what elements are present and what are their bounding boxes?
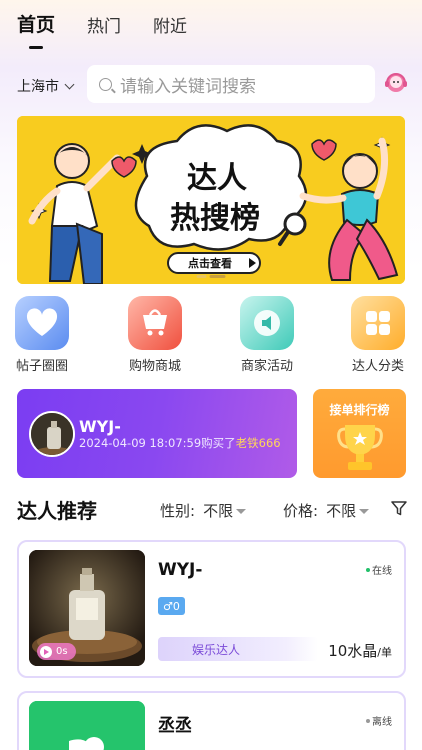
purchase-action: 购买了 bbox=[201, 436, 236, 450]
ranking-card[interactable]: 接单排行榜 bbox=[313, 389, 406, 478]
caret-down-icon bbox=[359, 508, 370, 514]
recent-purchase-card[interactable]: WYJ- 2024-04-09 18:07:59购买了老铁666 bbox=[17, 389, 297, 478]
trophy-icon bbox=[337, 425, 383, 470]
gender-badge: ♂0 bbox=[158, 597, 185, 615]
expert-name: WYJ- bbox=[158, 560, 203, 580]
tab-nearby[interactable]: 附近 bbox=[153, 12, 187, 37]
quick-entry-mall[interactable]: 购物商城 bbox=[110, 296, 200, 374]
filter-icon[interactable] bbox=[391, 500, 407, 516]
status-text: 在线 bbox=[372, 566, 392, 577]
quick-entry-label: 商家活动 bbox=[240, 359, 293, 374]
video-duration: 0s bbox=[56, 646, 68, 657]
top-tabs: 首页 热门 附近 bbox=[17, 10, 187, 49]
ranking-title: 接单排行榜 bbox=[329, 403, 390, 417]
expert-name: 丞丞 bbox=[158, 716, 192, 736]
expert-photo[interactable] bbox=[29, 701, 145, 750]
quick-entry-label: 购物商城 bbox=[128, 359, 181, 374]
filter-value: 不限 bbox=[203, 502, 234, 520]
online-status: 在线 bbox=[366, 562, 392, 577]
banner-title-1: 达人 bbox=[187, 161, 247, 196]
filter-value: 不限 bbox=[326, 502, 357, 520]
status-dot bbox=[366, 718, 370, 723]
expert-card[interactable]: 0s WYJ- 在线 ♂0 娱乐达人 10水晶/单 bbox=[17, 540, 406, 678]
expert-photo[interactable]: 0s bbox=[29, 550, 145, 666]
tab-home[interactable]: 首页 bbox=[17, 10, 55, 49]
pager-dot-active bbox=[209, 275, 226, 278]
quick-entry-categories[interactable]: 达人分类 bbox=[333, 296, 422, 374]
quick-entry-label: 达人分类 bbox=[351, 359, 404, 374]
quick-entry-merchant[interactable]: 商家活动 bbox=[222, 296, 312, 374]
promo-banner[interactable]: 达人 热搜榜 点击查看 bbox=[17, 116, 405, 284]
filter-label: 价格: bbox=[283, 502, 319, 520]
filter-label: 性别: bbox=[160, 502, 196, 520]
expert-card[interactable]: 丞丞 离线 bbox=[17, 691, 406, 750]
banner-title-2: 热搜榜 bbox=[170, 201, 260, 236]
pager-dot bbox=[196, 275, 207, 278]
online-status: 离线 bbox=[366, 713, 392, 728]
gender-filter[interactable]: 性别: 不限 bbox=[160, 500, 247, 521]
video-badge[interactable]: 0s bbox=[37, 643, 76, 660]
quick-entry-label: 帖子圈圈 bbox=[15, 359, 68, 374]
customer-service-icon[interactable] bbox=[383, 70, 409, 96]
purchase-target: 老铁666 bbox=[235, 436, 281, 450]
city-selector[interactable]: 上海市 bbox=[17, 76, 75, 96]
search-bar[interactable]: 请输入关键词搜索 bbox=[87, 65, 375, 103]
heart-icon bbox=[15, 296, 69, 350]
chevron-down-icon bbox=[64, 79, 75, 89]
speaker-icon bbox=[240, 296, 294, 350]
section-title: 达人推荐 bbox=[17, 499, 97, 523]
status-text: 离线 bbox=[372, 717, 392, 728]
quick-entry-posts[interactable]: 帖子圈圈 bbox=[0, 296, 87, 374]
shopping-cart-icon bbox=[128, 296, 182, 350]
purchase-info: 2024-04-09 18:07:59购买了老铁666 bbox=[79, 435, 281, 451]
banner-illustration: 达人 热搜榜 点击查看 bbox=[17, 116, 405, 284]
buyer-name: WYJ- bbox=[79, 417, 121, 436]
banner-button[interactable]: 点击查看 bbox=[188, 256, 232, 270]
tab-hot[interactable]: 热门 bbox=[87, 12, 121, 37]
banner-pager bbox=[196, 275, 226, 278]
search-input[interactable]: 请输入关键词搜索 bbox=[120, 72, 256, 97]
quick-entry-row: 帖子圈圈 购物商城 商家活动 达人分类 bbox=[0, 296, 422, 376]
price: 10水晶/单 bbox=[328, 640, 392, 661]
city-label: 上海市 bbox=[17, 79, 59, 95]
category-tag: 娱乐达人 bbox=[158, 637, 318, 661]
caret-down-icon bbox=[236, 508, 247, 514]
price-value: 10水晶 bbox=[328, 642, 378, 660]
status-dot bbox=[366, 567, 370, 572]
search-icon bbox=[99, 77, 112, 91]
price-unit: /单 bbox=[377, 646, 392, 659]
avatar bbox=[29, 411, 75, 457]
grid-icon bbox=[351, 296, 405, 350]
price-filter[interactable]: 价格: 不限 bbox=[283, 500, 370, 521]
purchase-time: 2024-04-09 18:07:59 bbox=[79, 436, 202, 450]
play-icon bbox=[40, 645, 52, 658]
